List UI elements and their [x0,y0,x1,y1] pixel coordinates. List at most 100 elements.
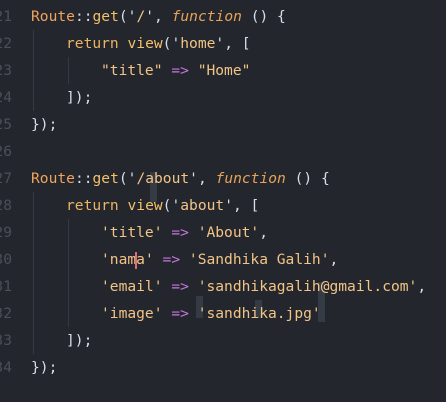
code-token: () { [241,8,286,25]
code-token: 'title' [101,224,163,241]
code-line[interactable]: 34}); [0,354,446,381]
code-token: => [171,305,189,322]
indent-guide [68,300,69,327]
code-token: 'Sandhika Galih' [188,251,330,268]
code-token: about [180,197,225,214]
code-text: ]); [66,84,92,111]
code-token: }); [31,116,58,133]
code-token: view [127,197,163,214]
code-text: ]); [66,327,92,354]
code-token: home [180,35,216,52]
code-token: Route [31,170,75,187]
code-line[interactable]: 23 "title" => "Home" [0,57,446,84]
code-line[interactable]: 33]); [0,327,446,354]
code-token: => [162,251,181,268]
code-token: ', [145,8,172,25]
code-token: => [171,62,189,79]
line-number: 27 [0,170,12,187]
code-token: 'About' [197,224,260,241]
indent-guide [33,84,34,111]
code-token: , [417,278,427,295]
code-token: Route [31,8,75,25]
line-number: 31 [0,278,12,295]
line-number: 26 [0,143,12,160]
code-token: function [171,8,242,25]
code-token: return [66,35,119,52]
code-line[interactable]: 21 Route::get('/', function () { [0,3,446,30]
code-token: (' [162,197,181,214]
code-token: ', [ [215,35,251,52]
line-number: 28 [0,197,12,214]
code-token: view [127,35,163,52]
code-token: (' [118,170,137,187]
code-token: , [329,251,339,268]
line-number: 29 [0,224,12,241]
code-token: ', [ [224,197,260,214]
code-line[interactable]: 27 Route::get('/about', function () { [0,165,446,192]
code-line[interactable]: 30 'nama' => 'Sandhika Galih', [0,246,446,273]
code-token: 'sandhika.jpg' [197,305,321,322]
line-number: 21 [0,8,12,25]
code-line[interactable]: 29 'title' => 'About', [0,219,446,246]
code-token: :: [74,8,93,25]
code-line[interactable]: 24]); [0,84,446,111]
code-token: / [136,8,146,25]
indent-guide [33,327,34,354]
indent-guide [33,300,34,327]
code-token: }); [31,359,58,376]
code-token: get [92,170,119,187]
code-line[interactable]: 25}); [0,111,446,138]
code-text: 'title' => 'About', [101,219,268,246]
indent-guide [68,219,69,246]
code-line[interactable]: 28 return view('about', [ [0,192,446,219]
code-token: => [171,224,189,241]
code-text: }); [31,354,57,381]
line-number: 30 [0,251,12,268]
code-token: 'nama' [101,251,154,269]
code-token: ]); [66,332,93,349]
code-text: Route::get('/', function () { [31,3,286,30]
code-token: /about [136,170,190,187]
code-text: "title" => "Home" [101,57,250,84]
line-number: 22 [0,35,12,52]
line-number: 34 [0,359,12,376]
code-token: :: [74,170,93,187]
code-token: (' [162,35,181,52]
indent-guide [33,219,34,246]
indent-guide [33,273,34,300]
code-token: return [66,197,119,214]
code-text: Route::get('/about', function () { [31,165,330,192]
code-token: 'sandhikagalih@gmail.com' [197,278,418,295]
code-token: get [92,8,119,25]
code-editor[interactable]: 21Route::get('/', function () {22return … [0,0,446,402]
code-token: function [215,170,286,187]
code-line[interactable]: 32 'image' => 'sandhika.jpg' [0,300,446,327]
code-text: 'image' => 'sandhika.jpg' [101,300,321,327]
code-text: }); [31,111,57,138]
line-number: 25 [0,116,12,133]
code-token: () { [285,170,330,187]
code-token: ', [189,170,216,187]
indent-guide [33,246,34,273]
code-token: , [259,224,268,241]
code-token: "Home" [197,62,251,79]
indent-guide [68,57,69,84]
code-line[interactable]: 31 'email' => 'sandhikagalih@gmail.com', [0,273,446,300]
code-text: 'email' => 'sandhikagalih@gmail.com', [101,273,426,300]
code-line[interactable]: 22 return view('home', [ [0,30,446,57]
code-line[interactable]: 26 [0,138,446,165]
indent-guide [68,273,69,300]
code-text: 'nama' => 'Sandhika Galih', [101,246,338,273]
indent-guide [68,246,69,273]
code-token: => [171,278,189,295]
line-number: 23 [0,62,12,79]
